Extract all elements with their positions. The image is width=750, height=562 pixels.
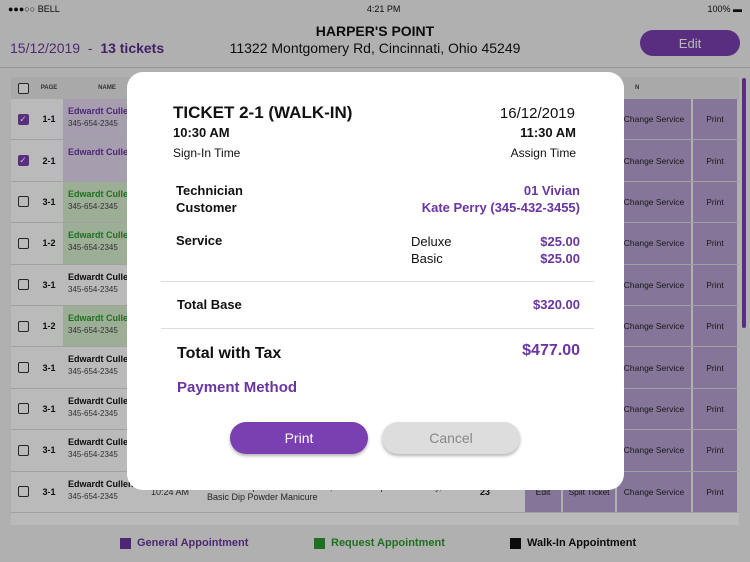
total-base-value: $320.00 <box>533 297 580 312</box>
service-label: Service <box>176 233 223 248</box>
ticket-title: TICKET 2-1 (WALK-IN) <box>173 103 353 122</box>
technician-label: Technician <box>176 183 243 198</box>
customer-value: Kate Perry (345-432-3455) <box>421 200 580 215</box>
divider <box>161 328 594 329</box>
print-button[interactable]: Print <box>230 422 368 454</box>
service-price: $25.00 <box>540 251 580 266</box>
service-price: $25.00 <box>540 234 580 249</box>
service-name: Basic <box>411 251 443 266</box>
assign-time: 11:30 AM <box>520 125 576 140</box>
ticket-modal: TICKET 2-1 (WALK-IN) 16/12/2019 10:30 AM… <box>127 72 624 490</box>
cancel-button[interactable]: Cancel <box>382 422 520 454</box>
total-tax-value: $477.00 <box>522 342 580 359</box>
signin-time: 10:30 AM <box>173 125 230 140</box>
signin-label: Sign-In Time <box>173 146 241 160</box>
customer-label: Customer <box>176 200 237 215</box>
technician-value: 01 Vivian <box>523 183 580 198</box>
total-tax-label: Total with Tax <box>177 345 282 362</box>
total-base-label: Total Base <box>177 297 242 312</box>
ticket-date: 16/12/2019 <box>499 105 575 122</box>
divider <box>161 281 594 282</box>
assign-label: Assign Time <box>510 146 576 160</box>
payment-method-link[interactable]: Payment Method <box>177 379 297 396</box>
service-name: Deluxe <box>411 234 452 249</box>
